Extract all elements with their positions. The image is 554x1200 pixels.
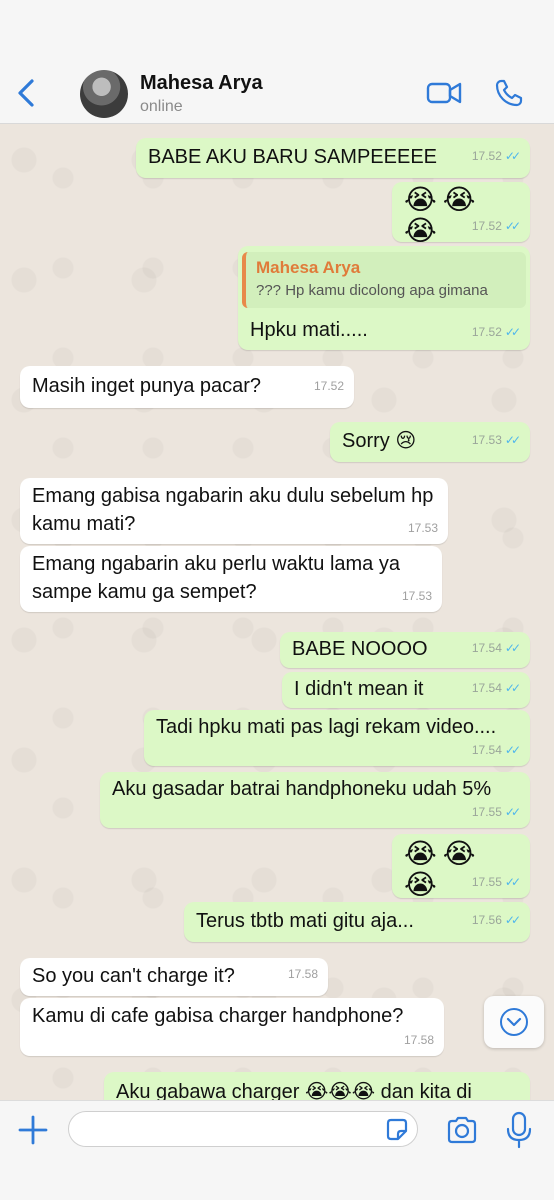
video-call-icon[interactable] [426,78,462,108]
message-meta: 17.53 [402,582,432,610]
message-meta: 17.58 [288,960,318,988]
message-text: Emang ngabarin aku perlu waktu lama ya s… [32,553,400,603]
message-text: BABE NOOOO [292,638,428,660]
message-meta: 17.53 [408,514,438,542]
message-bubble-outgoing[interactable]: BABE AKU BARU SAMPEEEEE 17.52 ✓✓ [136,138,530,178]
message-time: 17.53 [401,589,432,603]
phone-call-icon[interactable] [494,78,524,108]
read-ticks-icon: ✓✓ [504,219,521,233]
message-text: Tadi hpku mati pas lagi rekam video.... [156,716,497,738]
message-time: 17.58 [403,1033,434,1047]
microphone-icon[interactable] [505,1111,533,1149]
message-input[interactable] [68,1111,418,1147]
message-bubble-incoming[interactable]: Kamu di cafe gabisa charger handphone? 1… [20,998,444,1056]
chat-header: Mahesa Arya online [0,62,554,124]
message-bubble-outgoing[interactable]: 😭😭😭 17.52 ✓✓ [392,182,530,245]
input-bar [0,1100,554,1200]
message-time: 17.56 [471,913,502,927]
plus-icon[interactable] [16,1113,50,1147]
message-bubble-outgoing[interactable]: Aku gasadar batrai handphoneku udah 5% 1… [100,772,530,828]
contact-name[interactable]: Mahesa Arya [140,72,263,95]
status-bar [0,0,554,62]
contact-status: online [140,98,183,115]
message-meta: 17.55 ✓✓ [471,868,521,896]
read-ticks-icon: ✓✓ [504,149,521,163]
message-text: I didn't mean it [294,678,424,700]
message-bubble-incoming[interactable]: Masih inget punya pacar? 17.52 [20,366,354,408]
message-time: 17.58 [287,967,318,981]
message-meta: 17.58 [404,1026,434,1054]
message-bubble-outgoing[interactable]: Aku gabawa charger 😭😭😭 dan kita di [104,1072,530,1100]
read-ticks-icon: ✓✓ [504,433,521,447]
message-time: 17.53 [471,433,502,447]
emoji-text: 😭😭😭 [404,184,482,246]
message-time: 17.55 [471,805,502,819]
message-time: 17.54 [471,681,502,695]
avatar[interactable] [80,70,128,118]
message-meta: 17.55 ✓✓ [471,798,521,826]
message-meta: 17.52 ✓✓ [471,318,521,346]
message-bubble-outgoing[interactable]: Terus tbtb mati gitu aja... 17.56 ✓✓ [184,902,530,942]
message-bubble-incoming[interactable]: Emang ngabarin aku perlu waktu lama ya s… [20,546,442,612]
camera-icon[interactable] [445,1113,479,1147]
read-ticks-icon: ✓✓ [504,743,521,757]
message-time: 17.52 [471,325,502,339]
read-ticks-icon: ✓✓ [504,875,521,889]
message-meta: 17.53 ✓✓ [471,426,521,454]
message-text: Aku gasadar batrai handphoneku udah 5% [112,778,492,800]
message-bubble-outgoing[interactable]: Sorry 😢 17.53 ✓✓ [330,422,530,462]
message-meta: 17.54 ✓✓ [471,674,521,702]
read-ticks-icon: ✓✓ [504,641,521,655]
message-text: Emang gabisa ngabarin aku dulu sebelum h… [32,485,434,535]
message-time: 17.54 [471,641,502,655]
reply-text: ??? Hp kamu dicolong apa gimana [256,282,488,299]
message-meta: 17.52 [314,372,344,400]
message-text: So you can't charge it? [32,965,235,987]
message-bubble-outgoing-reply[interactable]: Mahesa Arya ??? Hp kamu dicolong apa gim… [238,246,530,350]
message-time: 17.53 [407,521,438,535]
message-bubble-incoming[interactable]: So you can't charge it? 17.58 [20,958,328,996]
message-meta: 17.52 ✓✓ [471,142,521,170]
message-text: Terus tbtb mati gitu aja... [196,910,414,932]
message-time: 17.52 [471,219,502,233]
read-ticks-icon: ✓✓ [504,913,521,927]
message-meta: 17.52 ✓✓ [471,212,521,240]
message-time: 17.54 [471,743,502,757]
message-bubble-outgoing[interactable]: BABE NOOOO 17.54 ✓✓ [280,632,530,668]
chevron-down-icon [506,1017,522,1027]
reply-author: Mahesa Arya [256,258,361,277]
message-time: 17.52 [471,149,502,163]
chat-area[interactable]: BABE AKU BARU SAMPEEEEE 17.52 ✓✓ 😭😭😭 17.… [0,124,554,1100]
message-meta: 17.56 ✓✓ [471,906,521,934]
scroll-to-bottom-button[interactable] [484,996,544,1048]
sticker-icon[interactable] [384,1117,410,1143]
read-ticks-icon: ✓✓ [504,681,521,695]
message-text: Sorry 😢 [342,430,417,452]
emoji-text: 😭😭😭 [404,838,482,900]
back-chevron-icon[interactable] [14,78,40,108]
message-text: Aku gabawa charger 😭😭😭 dan kita di [116,1081,472,1100]
message-bubble-outgoing[interactable]: 😭😭😭 17.55 ✓✓ [392,834,530,900]
message-text: BABE AKU BARU SAMPEEEEE [148,146,437,168]
message-meta: 17.54 ✓✓ [471,736,521,764]
message-text: Hpku mati..... [250,319,368,341]
read-ticks-icon: ✓✓ [504,325,521,339]
read-ticks-icon: ✓✓ [504,805,521,819]
quoted-reply[interactable]: Mahesa Arya ??? Hp kamu dicolong apa gim… [242,252,526,308]
message-bubble-outgoing[interactable]: Tadi hpku mati pas lagi rekam video.... … [144,710,530,766]
message-meta: 17.54 ✓✓ [471,634,521,662]
message-time: 17.55 [471,875,502,889]
message-bubble-outgoing[interactable]: I didn't mean it 17.54 ✓✓ [282,672,530,708]
message-time: 17.52 [313,379,344,393]
message-text: Masih inget punya pacar? [32,375,262,397]
message-text: Kamu di cafe gabisa charger handphone? [32,1005,404,1027]
message-bubble-incoming[interactable]: Emang gabisa ngabarin aku dulu sebelum h… [20,478,448,544]
